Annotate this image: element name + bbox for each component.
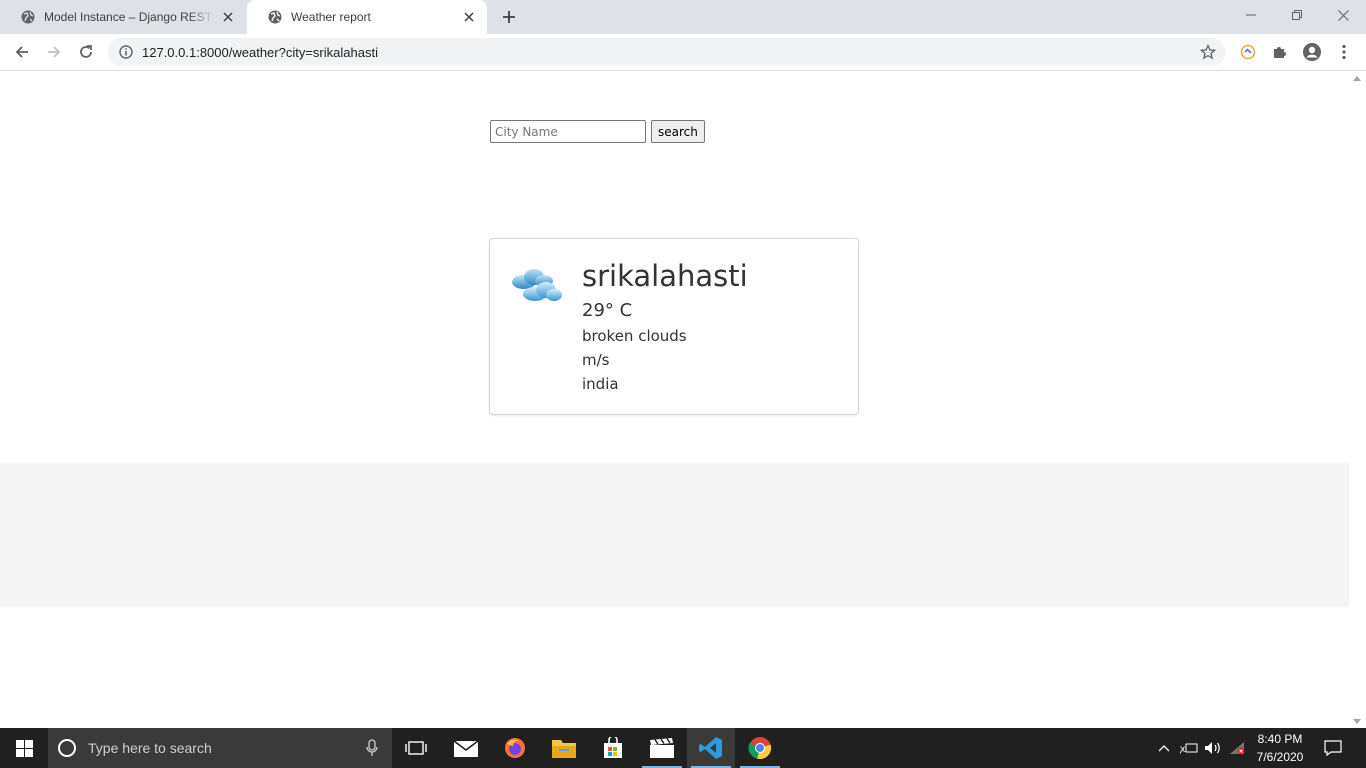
tab-strip: Model Instance – Django REST framework W… — [0, 0, 1366, 34]
site-info-icon[interactable] — [118, 44, 134, 60]
city-name-input[interactable] — [490, 120, 646, 143]
scroll-up-arrow-icon[interactable] — [1353, 76, 1361, 81]
globe-icon — [20, 9, 36, 25]
search-button[interactable]: search — [651, 120, 705, 143]
forward-arrow-icon — [48, 46, 61, 58]
vscode-icon — [699, 737, 722, 759]
folder-icon — [552, 740, 576, 758]
input-method-indicator[interactable]: ꭗ — [1178, 728, 1200, 768]
tab-model-instance[interactable]: Model Instance – Django REST framework — [0, 0, 246, 34]
microphone-icon[interactable] — [366, 739, 378, 762]
vertical-scrollbar[interactable] — [1349, 72, 1366, 728]
minimize-button[interactable] — [1228, 0, 1274, 30]
footer-band — [0, 463, 1349, 607]
city-name: srikalahasti — [582, 259, 748, 293]
network-button[interactable] — [1226, 728, 1248, 768]
extension-badge-icon[interactable] — [1238, 42, 1258, 62]
svg-text:ꭗ: ꭗ — [1180, 744, 1186, 755]
temperature: 29° C — [582, 300, 633, 321]
browser-toolbar: 127.0.0.1:8000/weather?city=srikalahasti — [0, 34, 1366, 71]
close-window-button[interactable] — [1320, 0, 1366, 30]
clapperboard-icon — [650, 738, 674, 758]
tab-title: Weather report — [291, 10, 371, 24]
new-tab-button[interactable] — [497, 5, 521, 29]
reload-icon — [80, 45, 92, 58]
action-center-button[interactable] — [1320, 728, 1346, 768]
taskbar-search-box[interactable]: Type here to search — [48, 728, 392, 768]
reload-button[interactable] — [72, 38, 100, 66]
wind-speed: m/s — [582, 351, 610, 369]
menu-kebab-icon[interactable] — [1334, 42, 1354, 62]
taskbar-video-editor[interactable] — [638, 728, 686, 768]
weather-card: srikalahasti 29° C broken clouds m/s ind… — [489, 238, 859, 415]
back-arrow-icon — [15, 46, 28, 58]
url-text[interactable]: 127.0.0.1:8000/weather?city=srikalahasti — [142, 45, 378, 60]
chevron-up-icon — [1158, 745, 1170, 752]
back-button[interactable] — [8, 38, 36, 66]
taskbar-chrome[interactable] — [736, 728, 784, 768]
country: india — [582, 375, 619, 393]
network-disconnected-icon — [1230, 742, 1245, 755]
taskbar-firefox[interactable] — [491, 728, 539, 768]
address-bar[interactable]: 127.0.0.1:8000/weather?city=srikalahasti — [108, 38, 1226, 66]
firefox-icon — [505, 738, 525, 758]
close-tab-icon[interactable] — [220, 9, 236, 25]
bookmark-star-icon[interactable] — [1199, 43, 1217, 60]
weather-description: broken clouds — [582, 327, 687, 345]
tab-weather-report[interactable]: Weather report — [247, 0, 487, 34]
restore-button[interactable] — [1274, 0, 1320, 30]
forward-button[interactable] — [40, 38, 68, 66]
tab-title: Model Instance – Django REST framework — [44, 10, 214, 24]
broken-clouds-icon — [510, 265, 562, 305]
start-button[interactable] — [0, 728, 48, 768]
store-bag-icon — [604, 737, 622, 758]
windows-taskbar: Type here to search ꭗ 8:40 PM 7/6/2020 — [0, 728, 1366, 768]
windows-logo-icon — [15, 739, 33, 757]
globe-icon — [267, 9, 283, 25]
city-search-form: search — [490, 120, 705, 143]
profile-avatar-icon[interactable] — [1302, 42, 1322, 62]
task-view-icon — [405, 741, 427, 755]
extensions-puzzle-icon[interactable] — [1270, 42, 1290, 62]
show-hidden-icons-button[interactable] — [1155, 728, 1173, 768]
taskbar-vscode[interactable] — [687, 728, 735, 768]
page-viewport: search — [0, 72, 1349, 728]
clock-time: 8:40 PM — [1257, 732, 1303, 746]
clock-date: 7/6/2020 — [1256, 750, 1304, 764]
taskbar-file-explorer[interactable] — [540, 728, 588, 768]
taskbar-search-placeholder: Type here to search — [88, 740, 212, 756]
taskbar-store[interactable] — [589, 728, 637, 768]
cortana-circle-icon — [58, 739, 76, 757]
close-tab-icon[interactable] — [461, 9, 477, 25]
scroll-down-arrow-icon[interactable] — [1353, 719, 1361, 724]
taskbar-mail[interactable] — [442, 728, 490, 768]
chrome-icon — [748, 737, 772, 760]
taskbar-clock[interactable]: 8:40 PM 7/6/2020 — [1248, 730, 1312, 766]
keyboard-language-icon: ꭗ — [1180, 743, 1198, 755]
mail-icon — [454, 740, 478, 757]
task-view-button[interactable] — [392, 728, 440, 768]
notification-icon — [1324, 740, 1342, 756]
volume-button[interactable] — [1202, 728, 1224, 768]
speaker-icon — [1205, 742, 1220, 754]
